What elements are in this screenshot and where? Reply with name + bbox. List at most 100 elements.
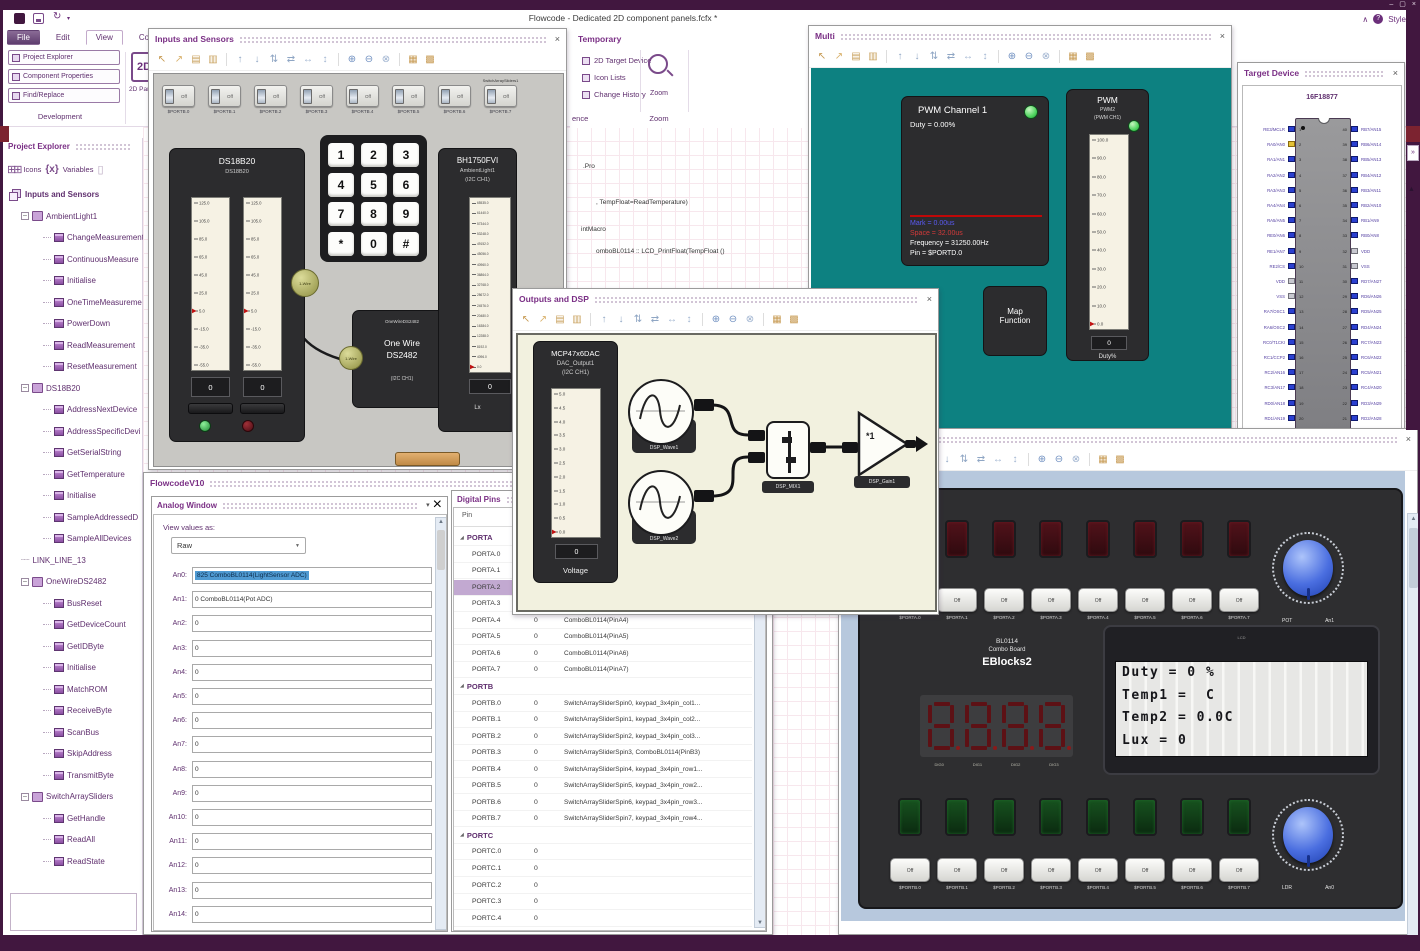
pin-pad[interactable] bbox=[1288, 293, 1295, 300]
push-button[interactable]: Off bbox=[1125, 858, 1165, 882]
tool-icon[interactable]: ⊖ bbox=[726, 314, 740, 325]
pin-pad[interactable] bbox=[1351, 141, 1358, 148]
pin-pad[interactable] bbox=[1351, 369, 1358, 376]
keypad-key-0[interactable]: 0 bbox=[360, 231, 387, 256]
tool-icon[interactable]: ↗ bbox=[832, 51, 846, 62]
port-group-row[interactable]: ◢ PORTB bbox=[454, 679, 752, 695]
temperature-scale-1[interactable]: 125.0 105.0 85.0 65.0 45.0 25.0 5.0 -15.0 -35.0-… bbox=[191, 197, 230, 371]
toggle-switch[interactable]: Off bbox=[254, 85, 287, 107]
push-button[interactable]: Off bbox=[1078, 588, 1118, 612]
tree-item[interactable]: – AmbientLight1 bbox=[3, 206, 143, 228]
tool-icon[interactable]: ▦ bbox=[1066, 51, 1080, 62]
pin-pad[interactable] bbox=[1288, 247, 1295, 254]
pin-pad[interactable] bbox=[1351, 186, 1358, 193]
pin-pad[interactable] bbox=[1288, 338, 1295, 345]
pin-row[interactable]: PORTC.1 0 bbox=[454, 861, 752, 877]
tree-item[interactable]: Initialise bbox=[3, 270, 143, 292]
tool-icon[interactable]: ↔ bbox=[301, 54, 315, 65]
tree-item[interactable]: ReadState bbox=[3, 851, 143, 873]
pin-row[interactable]: PORTB.4 0 SwitchArraySliderSpin4, keypad_3… bbox=[454, 762, 752, 778]
tool-icon[interactable]: ↓ bbox=[250, 54, 264, 65]
tree-item[interactable]: – OneWireDS2482 bbox=[3, 571, 143, 593]
push-button[interactable]: Off bbox=[1172, 588, 1212, 612]
tab-view[interactable]: View bbox=[85, 30, 123, 45]
panel-2d-area[interactable]: MCP47x6DAC DAC_Output1 (I2C CH1) 5.0 4.5 4… bbox=[516, 333, 937, 612]
analog-value-field[interactable]: 0 bbox=[192, 881, 432, 899]
tree-item[interactable]: OneTimeMeasureme bbox=[3, 292, 143, 314]
pin-pad[interactable] bbox=[1351, 338, 1358, 345]
dsp-wave2-component[interactable] bbox=[628, 470, 694, 536]
tool-icon[interactable]: ⇅ bbox=[957, 454, 971, 465]
pin-pad[interactable] bbox=[1351, 217, 1358, 224]
vertical-scrollbar[interactable]: ▲ bbox=[435, 517, 446, 930]
pin-pad[interactable] bbox=[1288, 141, 1295, 148]
push-button[interactable]: Off bbox=[984, 588, 1024, 612]
analog-value-field[interactable]: 0 bbox=[192, 809, 432, 826]
tree-item[interactable]: AddressSpecificDevi bbox=[3, 421, 143, 443]
tool-icon[interactable]: ▩ bbox=[787, 314, 801, 325]
tree-item[interactable]: Initialise bbox=[3, 485, 143, 507]
redo-icon[interactable]: ↻ bbox=[53, 11, 61, 22]
pin-pad[interactable] bbox=[1351, 323, 1358, 330]
pin-pad[interactable] bbox=[1351, 354, 1358, 360]
tool-icon[interactable]: ▩ bbox=[1083, 51, 1097, 62]
keypad-key-1[interactable]: 1 bbox=[328, 143, 354, 167]
onewire-ds2482-component[interactable]: OneWireDS2482 One Wire DS2482 (I2C CH1) bbox=[352, 310, 452, 408]
collapse-ribbon-icon[interactable]: ∧ bbox=[1362, 15, 1368, 24]
analog-value-field[interactable]: 0 bbox=[192, 688, 432, 705]
tool-icon[interactable]: ↗ bbox=[172, 54, 186, 65]
window-title-bar[interactable]: Multi × bbox=[809, 26, 1231, 46]
pin-pad[interactable] bbox=[1288, 308, 1295, 315]
view-mode-dropdown[interactable]: Raw ▼ bbox=[171, 537, 306, 554]
pin-pad[interactable] bbox=[1288, 369, 1295, 376]
tool-icon[interactable]: ↑ bbox=[233, 54, 247, 65]
tool-icon[interactable]: ↓ bbox=[910, 51, 924, 62]
tool-icon[interactable]: ⇄ bbox=[284, 54, 298, 65]
analog-value-field[interactable]: 0 bbox=[192, 905, 432, 923]
tree-item[interactable]: ScanBus bbox=[3, 722, 143, 744]
pin-pad[interactable] bbox=[1288, 354, 1295, 360]
tool-icon[interactable]: ⊕ bbox=[709, 314, 723, 325]
minimize-button[interactable]: – bbox=[1389, 0, 1393, 10]
analog-value-field[interactable]: 0 bbox=[192, 784, 432, 802]
tool-icon[interactable]: ⇅ bbox=[267, 54, 281, 65]
pin-row[interactable]: PORTB.7 0 SwitchArraySliderSpin7, keypad_3… bbox=[454, 811, 752, 828]
tool-icon[interactable]: ⇄ bbox=[648, 314, 662, 325]
tool-icon[interactable]: ↖ bbox=[155, 54, 169, 65]
variables-icon[interactable]: {x} bbox=[45, 164, 58, 175]
tool-icon[interactable]: ⊖ bbox=[1022, 51, 1036, 62]
push-button[interactable]: Off bbox=[984, 858, 1024, 882]
tree-item[interactable]: GetIDByte bbox=[3, 636, 143, 658]
toggle-switch[interactable]: Off bbox=[162, 85, 195, 107]
tree-item[interactable]: GetDeviceCount bbox=[3, 614, 143, 636]
analog-value-field[interactable]: 0 bbox=[192, 712, 432, 730]
tool-icon[interactable]: ⇅ bbox=[631, 314, 645, 325]
pin-row[interactable]: PORTB.1 0 SwitchArraySliderSpin1, keypad_3… bbox=[454, 712, 752, 729]
keypad-key-2[interactable]: 2 bbox=[360, 143, 387, 167]
window-title-bar[interactable]: Target Device × bbox=[1238, 63, 1404, 83]
lux-scale[interactable]: 65535.0 61440.0 57344.0 53248.0 49152.0 45056… bbox=[469, 197, 511, 373]
tree-item[interactable]: – SwitchArraySliders bbox=[3, 786, 143, 808]
mcp47x6dac-component[interactable]: MCP47x6DAC DAC_Output1 (I2C CH1) 5.0 4.5 4… bbox=[533, 341, 618, 583]
expander-icon[interactable]: – bbox=[21, 577, 29, 586]
dsp-wave1-component[interactable] bbox=[628, 379, 694, 445]
voltage-scale[interactable]: 5.0 4.5 4.0 3.5 3.0 2.5 2.0 1.5 1.0 0.5 0.0 ▶ bbox=[551, 388, 601, 538]
tool-icon[interactable]: ⊗ bbox=[379, 54, 393, 65]
scroll-down-icon[interactable]: ▼ bbox=[755, 920, 765, 926]
panel-header[interactable]: Analog Window ▾ × bbox=[152, 496, 447, 513]
analog-value-field[interactable]: 0 ComboBL0114(Pot ADC) bbox=[192, 591, 432, 609]
tool-icon[interactable]: ⊕ bbox=[345, 54, 359, 65]
pin-row[interactable]: PORTC.4 0 bbox=[454, 911, 752, 927]
push-button[interactable]: Off bbox=[1078, 858, 1118, 882]
tree-item[interactable]: ReadMeasurement bbox=[3, 335, 143, 357]
tool-icon[interactable]: ▤ bbox=[189, 54, 203, 65]
pin-pad[interactable] bbox=[1288, 399, 1295, 406]
tool-icon[interactable]: ⇅ bbox=[927, 51, 941, 62]
toggle-switch[interactable]: Off bbox=[484, 85, 517, 107]
pin-row[interactable]: PORTA.7 0 ComboBL0114(PinA7) bbox=[454, 662, 752, 679]
tool-icon[interactable]: ↖ bbox=[815, 51, 829, 62]
scroll-thumb[interactable] bbox=[1409, 528, 1418, 588]
pin-pad[interactable] bbox=[1351, 414, 1358, 421]
temperature-scale-2[interactable]: 125.0 105.0 85.0 65.0 45.0 25.0 5.0 -15.0 -35.0-… bbox=[243, 197, 282, 371]
tree-item[interactable]: SampleAllDevices bbox=[3, 528, 143, 550]
